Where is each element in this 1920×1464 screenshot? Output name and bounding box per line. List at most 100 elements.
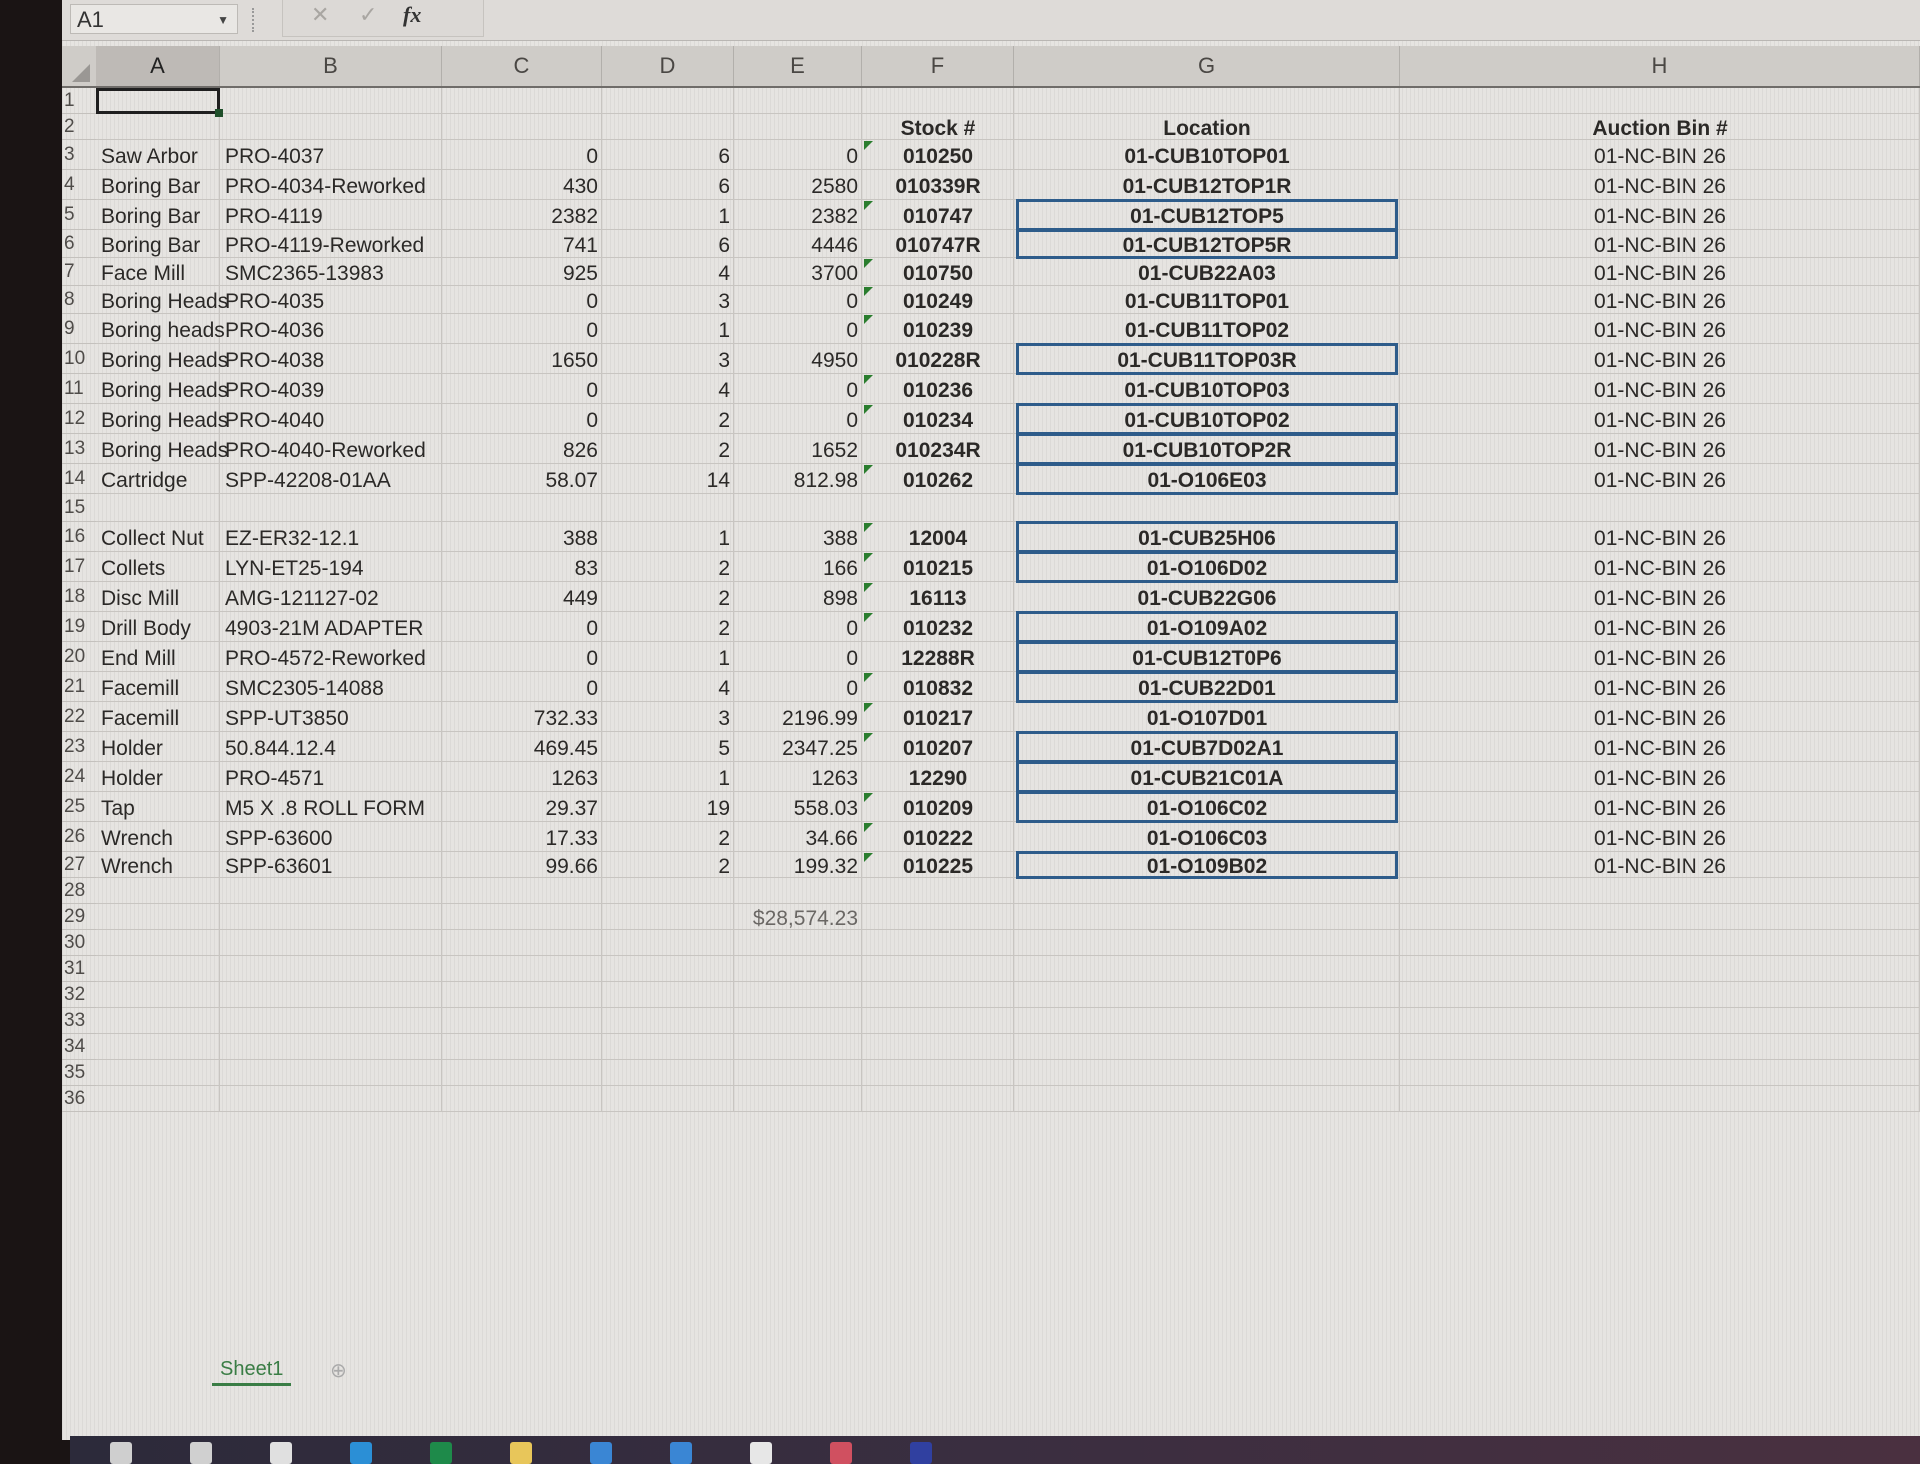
- error-indicator-icon[interactable]: [864, 583, 873, 592]
- cell-part-number[interactable]: 4903-21M ADAPTER: [220, 612, 442, 642]
- chevron-down-icon[interactable]: ▼: [217, 5, 229, 35]
- row-header-20[interactable]: 20: [62, 642, 96, 672]
- cell-location[interactable]: 01-CUB11TOP01: [1014, 286, 1400, 314]
- cell-location[interactable]: 01-CUB10TOP2R: [1014, 434, 1400, 464]
- header-location[interactable]: Location: [1014, 114, 1400, 140]
- cell-location[interactable]: 01-CUB22A03: [1014, 258, 1400, 286]
- cell-unit-value[interactable]: 0: [442, 672, 602, 702]
- cell-quantity[interactable]: 1: [602, 314, 734, 344]
- cell-quantity[interactable]: 19: [602, 792, 734, 822]
- cell-item-type[interactable]: Boring Heads: [96, 374, 228, 404]
- cell-auction-bin[interactable]: 01-NC-BIN 26: [1400, 522, 1920, 552]
- cell-stock-number[interactable]: 010750: [862, 258, 1014, 286]
- row-header-29[interactable]: 29: [62, 904, 96, 930]
- error-indicator-icon[interactable]: [864, 465, 873, 474]
- column-header-f[interactable]: F: [862, 46, 1014, 86]
- cell-quantity[interactable]: 1: [602, 642, 734, 672]
- cell-auction-bin[interactable]: 01-NC-BIN 26: [1400, 672, 1920, 702]
- cell-stock-number[interactable]: 010236: [862, 374, 1014, 404]
- cell-item-type[interactable]: Holder: [96, 762, 220, 792]
- column-header-b[interactable]: B: [220, 46, 442, 86]
- cell-unit-value[interactable]: 29.37: [442, 792, 602, 822]
- cell-quantity[interactable]: 2: [602, 434, 734, 464]
- row-header-33[interactable]: 33: [62, 1008, 96, 1034]
- error-indicator-icon[interactable]: [864, 141, 873, 150]
- cell-auction-bin[interactable]: 01-NC-BIN 26: [1400, 762, 1920, 792]
- cell-extended-value[interactable]: 812.98: [734, 464, 862, 494]
- cell-part-number[interactable]: EZ-ER32-12.1: [220, 522, 442, 552]
- cell-location[interactable]: 01-O109A02: [1014, 612, 1400, 642]
- cell-part-number[interactable]: SMC2305-14088: [220, 672, 442, 702]
- cell-item-type[interactable]: Boring Heads: [96, 434, 228, 464]
- error-indicator-icon[interactable]: [864, 703, 873, 712]
- cell-extended-value[interactable]: 2580: [734, 170, 862, 200]
- cell-location[interactable]: 01-O106E03: [1014, 464, 1400, 494]
- row-header-11[interactable]: 11: [62, 374, 96, 404]
- cell-auction-bin[interactable]: 01-NC-BIN 26: [1400, 852, 1920, 878]
- cell-unit-value[interactable]: 388: [442, 522, 602, 552]
- cell-unit-value[interactable]: 469.45: [442, 732, 602, 762]
- error-indicator-icon[interactable]: [864, 673, 873, 682]
- row-header-28[interactable]: 28: [62, 878, 96, 904]
- cell-stock-number[interactable]: 010250: [862, 140, 1014, 170]
- cell-auction-bin[interactable]: 01-NC-BIN 26: [1400, 286, 1920, 314]
- cell-part-number[interactable]: M5 X .8 ROLL FORM: [220, 792, 442, 822]
- app-icon[interactable]: [590, 1442, 612, 1464]
- row-header-7[interactable]: 7: [62, 258, 96, 286]
- cell-quantity[interactable]: 4: [602, 374, 734, 404]
- cell-quantity[interactable]: 4: [602, 258, 734, 286]
- cell-item-type[interactable]: Collect Nut: [96, 522, 220, 552]
- cell-item-type[interactable]: Boring Heads: [96, 286, 228, 314]
- row-header-14[interactable]: 14: [62, 464, 96, 494]
- error-indicator-icon[interactable]: [864, 375, 873, 384]
- cell-unit-value[interactable]: 925: [442, 258, 602, 286]
- cell-item-type[interactable]: Drill Body: [96, 612, 220, 642]
- cell-part-number[interactable]: SPP-63601: [220, 852, 442, 878]
- cell-item-type[interactable]: Saw Arbor: [96, 140, 220, 170]
- cell-auction-bin[interactable]: 01-NC-BIN 26: [1400, 464, 1920, 494]
- row-header-30[interactable]: 30: [62, 930, 96, 956]
- cell-extended-value[interactable]: 199.32: [734, 852, 862, 878]
- cell-item-type[interactable]: Cartridge: [96, 464, 220, 494]
- cell-part-number[interactable]: SPP-UT3850: [220, 702, 442, 732]
- row-header-10[interactable]: 10: [62, 344, 96, 374]
- cell-item-type[interactable]: Disc Mill: [96, 582, 220, 612]
- cell-unit-value[interactable]: 99.66: [442, 852, 602, 878]
- cell-extended-value[interactable]: 0: [734, 672, 862, 702]
- cell-extended-value[interactable]: 0: [734, 314, 862, 344]
- row-header-8[interactable]: 8: [62, 286, 96, 314]
- cell-location[interactable]: 01-CUB25H06: [1014, 522, 1400, 552]
- task-view-icon[interactable]: [270, 1442, 292, 1464]
- row-header-36[interactable]: 36: [62, 1086, 96, 1112]
- row-header-21[interactable]: 21: [62, 672, 96, 702]
- error-indicator-icon[interactable]: [864, 733, 873, 742]
- sheet-tab-sheet1[interactable]: Sheet1: [212, 1358, 292, 1386]
- cell-quantity[interactable]: 3: [602, 344, 734, 374]
- cell-extended-value[interactable]: 2382: [734, 200, 862, 230]
- cell-item-type[interactable]: Tap: [96, 792, 220, 822]
- cell-location[interactable]: 01-CUB22D01: [1014, 672, 1400, 702]
- cell-quantity[interactable]: 6: [602, 230, 734, 258]
- cell-stock-number[interactable]: 010217: [862, 702, 1014, 732]
- app-icon[interactable]: [910, 1442, 932, 1464]
- cell-part-number[interactable]: PRO-4119-Reworked: [220, 230, 442, 258]
- cell-auction-bin[interactable]: 01-NC-BIN 26: [1400, 344, 1920, 374]
- cell-part-number[interactable]: AMG-121127-02: [220, 582, 442, 612]
- error-indicator-icon[interactable]: [864, 201, 873, 210]
- cell-quantity[interactable]: 2: [602, 552, 734, 582]
- column-header-e[interactable]: E: [734, 46, 862, 86]
- cell-unit-value[interactable]: 732.33: [442, 702, 602, 732]
- file-explorer-icon[interactable]: [510, 1442, 532, 1464]
- cell-item-type[interactable]: Wrench: [96, 852, 220, 878]
- error-indicator-icon[interactable]: [864, 523, 873, 532]
- column-header-c[interactable]: C: [442, 46, 602, 86]
- cell-auction-bin[interactable]: 01-NC-BIN 26: [1400, 170, 1920, 200]
- cell-location[interactable]: 01-O106D02: [1014, 552, 1400, 582]
- cell-part-number[interactable]: PRO-4039: [220, 374, 442, 404]
- select-all-button[interactable]: [62, 46, 96, 86]
- cell-part-number[interactable]: PRO-4038: [220, 344, 442, 374]
- name-box[interactable]: A1 ▼: [70, 4, 238, 34]
- row-header-23[interactable]: 23: [62, 732, 96, 762]
- cell-quantity[interactable]: 1: [602, 762, 734, 792]
- cell-part-number[interactable]: PRO-4040-Reworked: [220, 434, 442, 464]
